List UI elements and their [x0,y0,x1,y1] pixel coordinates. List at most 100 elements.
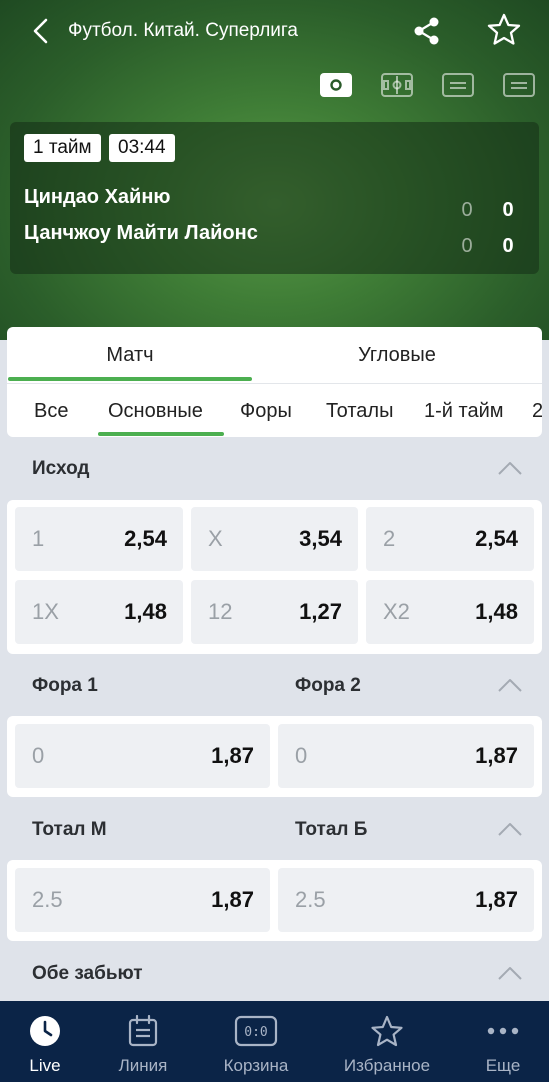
list-view-icon [511,82,527,89]
view-toggle-bar [0,73,549,99]
main-tab-bar: Матч Угловые [7,327,542,383]
list-view-toggle[interactable] [503,73,535,97]
scoreboard: 1 тайм 03:44 Циндао Хайню 0 0 Цанчжоу Ма… [10,122,539,274]
nav-more[interactable]: Еще [448,1001,549,1082]
stats-view-icon [450,82,466,89]
match-time-badge: 03:44 [109,134,175,162]
star-icon [371,1015,403,1047]
back-button[interactable] [28,16,56,46]
odd-cell[interactable]: 0 1,87 [15,724,270,788]
tab-all[interactable]: Все [34,384,68,437]
coupon-score-icon: 0:0 [234,1015,278,1047]
nav-line[interactable]: Линия [88,1001,198,1082]
tab-second-half[interactable]: 2 [532,384,542,437]
live-clock-icon [30,1016,60,1046]
odd-label: 1 [32,526,45,551]
odd-label: 2.5 [295,887,326,912]
top-bar: Футбол. Китай. Суперлига [0,0,549,62]
handicap-market: 0 1,87 0 1,87 [7,716,542,797]
field-view-toggle[interactable] [381,73,413,97]
odd-cell[interactable]: 2.5 1,87 [278,868,534,932]
active-subtab-indicator [98,432,224,436]
odd-cell[interactable]: 1 2,54 [15,507,183,571]
chevron-up-icon[interactable] [497,677,523,693]
nav-label: Линия [118,1056,168,1075]
tab-main[interactable]: Основные [108,384,203,437]
handicap-section-header[interactable]: Фора 1 Фора 2 [0,665,549,705]
odd-label: X2 [383,599,410,624]
odd-value: 1,27 [299,599,342,624]
tab-totals[interactable]: Тоталы [326,384,393,437]
market-filter-tabs: Все Основные Форы Тоталы 1-й тайм 2 [7,383,542,437]
chevron-up-icon[interactable] [497,460,523,476]
tab-first-half[interactable]: 1-й тайм [424,384,504,437]
section-title: Обе забьют [32,963,143,984]
odd-value: 1,48 [475,599,518,624]
odd-value: 1,87 [211,743,254,768]
section-title-right: Тотал Б [295,819,368,840]
home-period-score: 0 [461,199,473,221]
more-dots-icon [487,1027,519,1035]
away-total-score: 0 [502,235,514,257]
nav-label: Еще [485,1056,521,1075]
odd-cell[interactable]: 2.5 1,87 [15,868,270,932]
nav-label: Live [29,1056,61,1075]
stats-view-toggle[interactable] [442,73,474,97]
period-badge: 1 тайм [24,134,101,162]
nav-label: Корзина [223,1056,289,1075]
tab-match[interactable]: Матч [8,327,252,383]
chevron-up-icon[interactable] [497,965,523,981]
odd-cell[interactable]: 0 1,87 [278,724,534,788]
share-button[interactable] [410,14,444,48]
odd-value: 1,87 [211,887,254,912]
away-period-score: 0 [461,235,473,257]
share-icon [414,17,439,45]
odd-value: 3,54 [299,526,342,551]
odd-label: X [208,526,223,551]
odd-cell[interactable]: X 3,54 [191,507,358,571]
total-market: 2.5 1,87 2.5 1,87 [7,860,542,941]
home-team-name: Циндао Хайню [24,186,171,208]
odd-label: 0 [32,743,45,768]
home-total-score: 0 [502,199,514,221]
chevron-left-icon [33,18,48,44]
odd-label: 0 [295,743,308,768]
odd-label: 12 [208,599,233,624]
nav-live[interactable]: Live [0,1001,100,1082]
odd-cell[interactable]: 1X 1,48 [15,580,183,644]
star-outline-icon [487,13,521,45]
odd-cell[interactable]: 12 1,27 [191,580,358,644]
away-team-name: Цанчжоу Майти Лайонс [24,222,258,244]
section-title: Исход [32,458,90,479]
ball-view-icon [330,79,342,91]
active-tab-indicator [8,377,252,381]
odd-label: 1X [32,599,59,624]
tab-corners[interactable]: Угловые [275,327,519,383]
nav-favorites[interactable]: Избранное [332,1001,442,1082]
chevron-up-icon[interactable] [497,821,523,837]
odd-cell[interactable]: X2 1,48 [366,580,534,644]
page-title: Футбол. Китай. Суперлига [68,20,299,41]
outcome-section-header[interactable]: Исход [0,448,549,488]
match-header: Футбол. Китай. Суперлига 1 тайм 03:44 Ци… [0,0,549,340]
nav-label: Избранное [343,1056,431,1075]
odd-label: 2 [383,526,396,551]
calendar-icon [128,1015,158,1047]
odd-value: 1,87 [475,887,518,912]
odd-value: 2,54 [124,526,167,551]
section-title-left: Тотал М [32,819,107,840]
outcome-market: 1 2,54 X 3,54 2 2,54 1X 1,48 12 1,27 X2 … [7,500,542,654]
nav-coupon[interactable]: 0:0 Корзина [201,1001,311,1082]
both-score-section-header[interactable]: Обе забьют [0,953,549,993]
section-title-right: Фора 2 [295,675,361,696]
odd-cell[interactable]: 2 2,54 [366,507,534,571]
odd-value: 2,54 [475,526,518,551]
ball-view-toggle[interactable] [320,73,352,97]
field-view-icon [383,76,411,94]
favorite-button[interactable] [486,12,522,48]
tab-handicaps[interactable]: Форы [240,384,292,437]
total-section-header[interactable]: Тотал М Тотал Б [0,809,549,849]
svg-text:0:0: 0:0 [244,1025,267,1040]
odd-value: 1,87 [475,743,518,768]
bottom-navigation: Live Линия 0:0 Корзина Избранное Еще [0,1001,549,1082]
